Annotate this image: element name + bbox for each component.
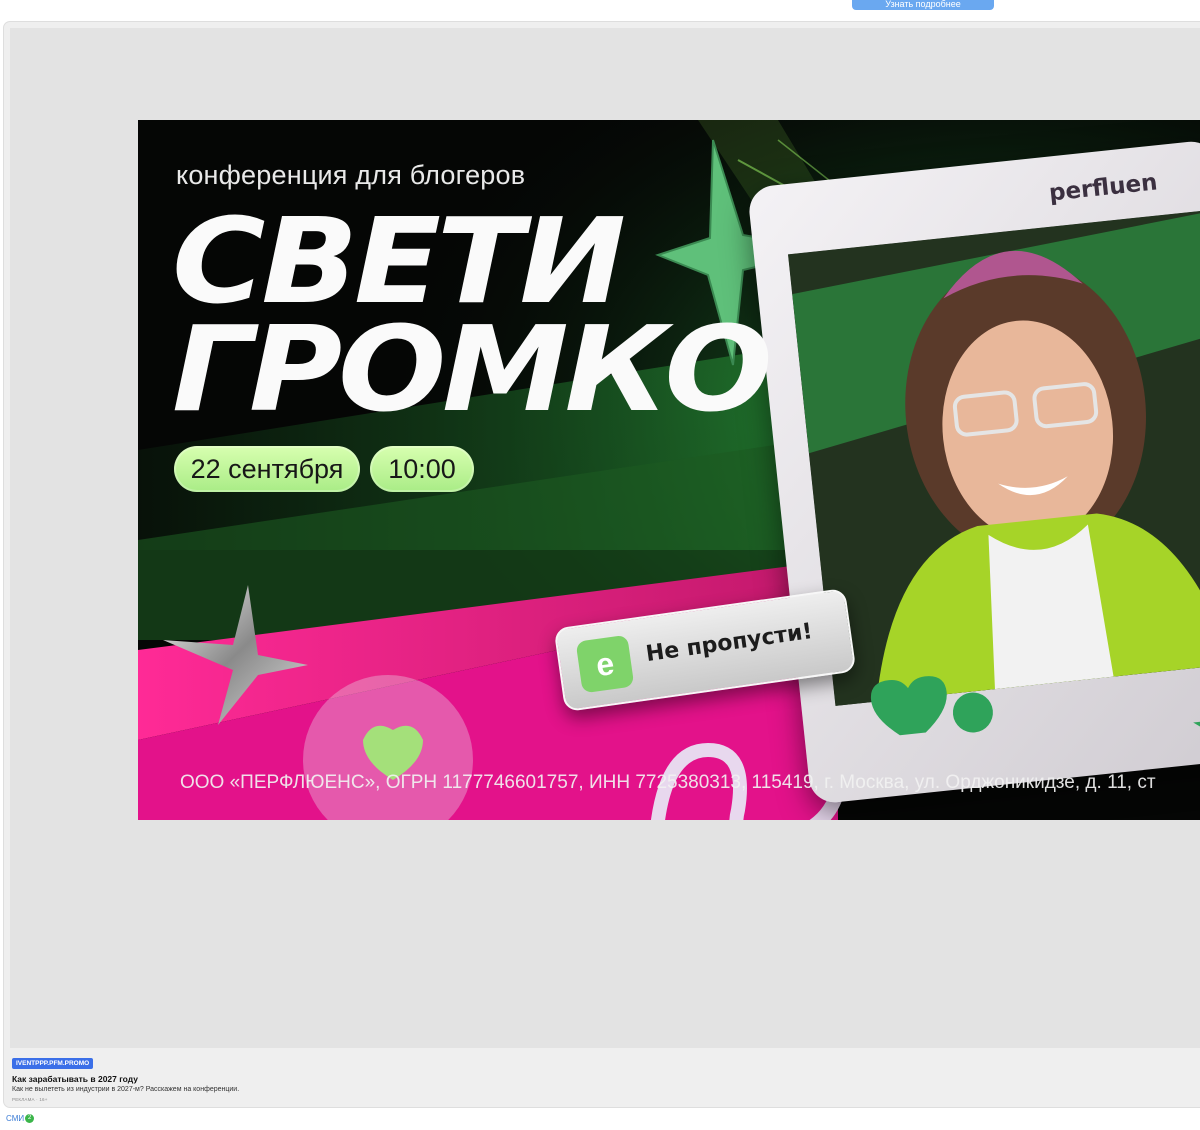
badge-text: Не пропусти! bbox=[644, 619, 815, 668]
ad-label: РЕКЛАМА · 16+ bbox=[12, 1097, 48, 1102]
frame-decorations bbox=[870, 676, 1200, 759]
ad-description: Как не вылететь из индустрии в 2027-м? Р… bbox=[12, 1086, 240, 1093]
time-pill: 10:00 bbox=[370, 446, 474, 492]
ad-card[interactable]: perfluen конференция для блогеров СВЕТИ … bbox=[4, 22, 1200, 1107]
ad-title[interactable]: Как зарабатывать в 2027 году bbox=[12, 1074, 239, 1084]
smi-link[interactable]: СМИ 2 bbox=[6, 1114, 35, 1124]
ad-text-block[interactable]: IVENTPPP.PFM.PROMO Как зарабатывать в 20… bbox=[12, 1052, 239, 1102]
ad-source-badge[interactable]: IVENTPPP.PFM.PROMO bbox=[12, 1058, 94, 1069]
ad-banner-image[interactable]: perfluen конференция для блогеров СВЕТИ … bbox=[138, 120, 1200, 820]
photo-frame: perfluen bbox=[746, 139, 1200, 805]
banner-title-line2: ГРОМКО bbox=[172, 300, 773, 438]
smi-label[interactable]: СМИ bbox=[6, 1114, 24, 1123]
top-action-button[interactable]: Узнать подробнее bbox=[852, 0, 994, 10]
ad-media-area[interactable]: perfluen конференция для блогеров СВЕТИ … bbox=[10, 28, 1200, 1048]
banner-subtitle: конференция для блогеров bbox=[176, 160, 526, 190]
date-pill: 22 сентября bbox=[174, 446, 360, 492]
smi-count-badge: 2 bbox=[25, 1114, 35, 1124]
brand-e-icon: e bbox=[575, 634, 635, 694]
legal-disclaimer: ООО «ПЕРФЛЮЕНС», ОГРН 1177746601757, ИНН… bbox=[180, 772, 1156, 793]
